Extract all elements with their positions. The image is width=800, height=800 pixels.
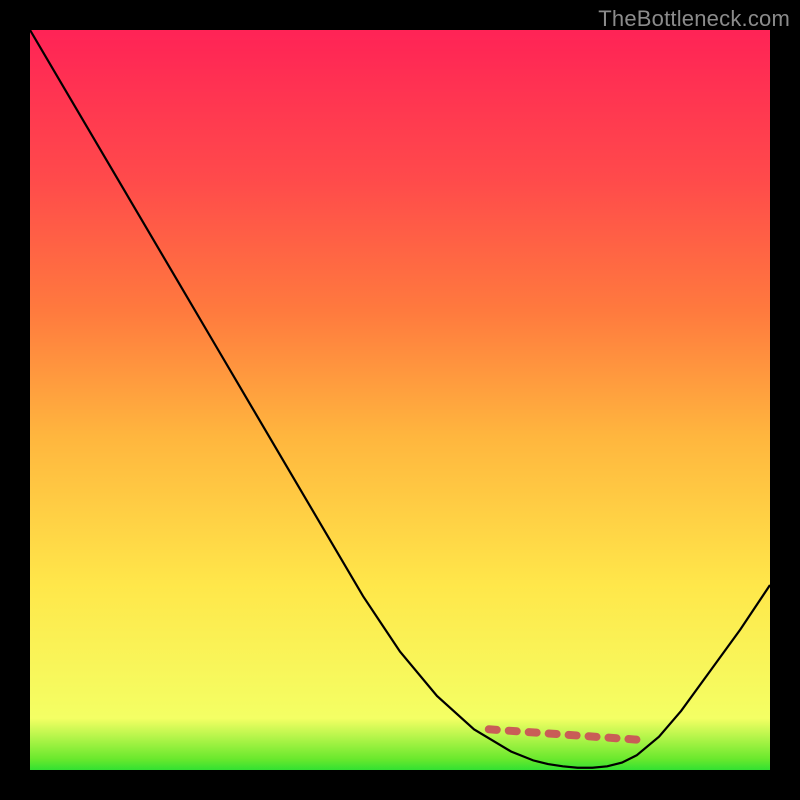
- watermark-text: TheBottleneck.com: [598, 6, 790, 32]
- chart-container: TheBottleneck.com: [0, 0, 800, 800]
- plot-gradient-background: [30, 30, 770, 770]
